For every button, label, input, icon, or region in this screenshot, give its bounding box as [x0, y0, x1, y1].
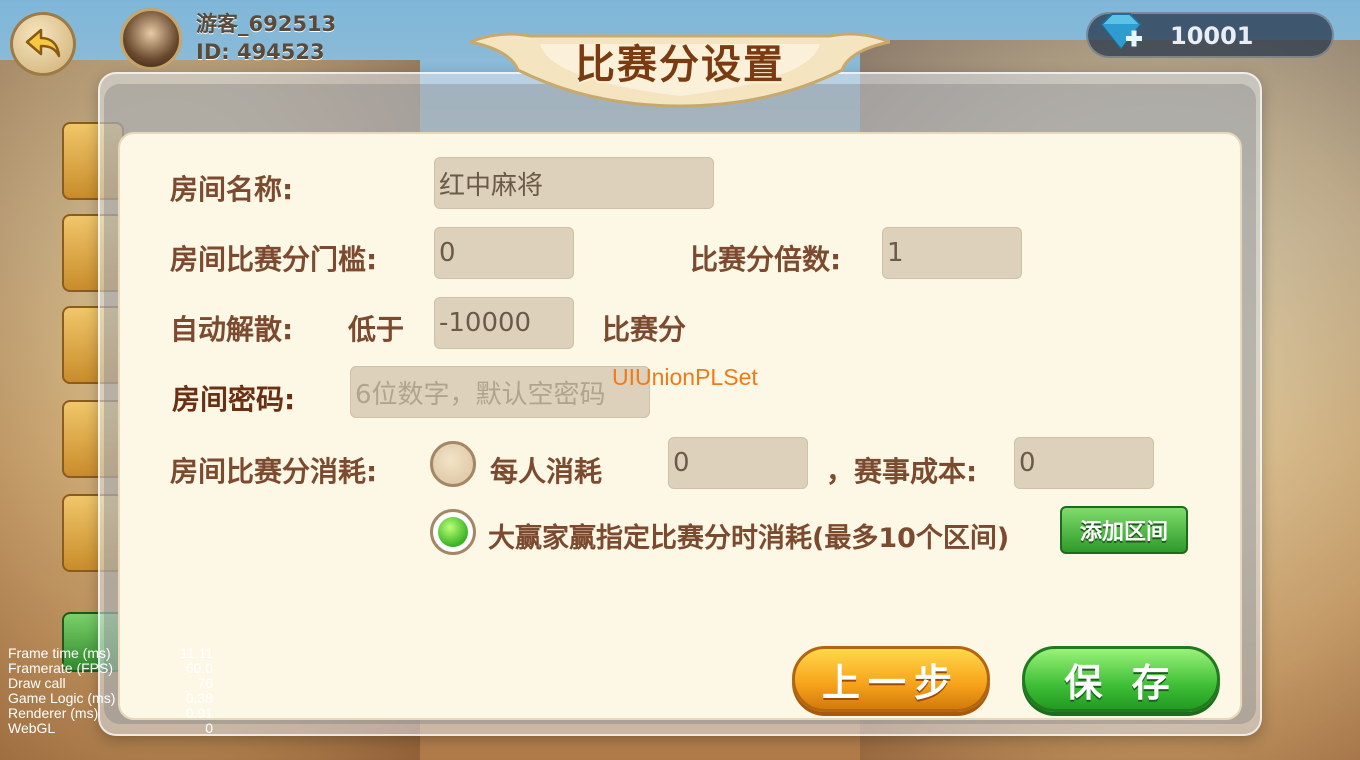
- room-name-label: 房间名称:: [170, 173, 294, 206]
- score-unit-label: 比赛分: [602, 313, 687, 346]
- below-label: 低于: [348, 313, 405, 346]
- auto-dissolve-label: 自动解散:: [170, 313, 294, 346]
- stat-row: WebGL 0: [8, 720, 213, 736]
- auto-dissolve-field[interactable]: -10000: [434, 297, 574, 349]
- radio-selected-dot: [438, 517, 468, 547]
- prev-step-button[interactable]: 上一步: [792, 646, 990, 712]
- avatar[interactable]: [120, 8, 182, 70]
- dialog-panel: [118, 132, 1242, 720]
- add-range-button[interactable]: 添加区间: [1060, 506, 1188, 554]
- stat-row: Renderer (ms) 0.91: [8, 705, 213, 721]
- per-person-field[interactable]: 0: [668, 437, 808, 489]
- debug-stats: Frame time (ms) 11.11 Framerate (FPS) 60.0…: [8, 646, 213, 736]
- multiplier-field[interactable]: 1: [882, 227, 1022, 279]
- password-label: 房间密码:: [172, 383, 296, 416]
- diamond-plus-icon[interactable]: [1096, 10, 1146, 54]
- room-name-field[interactable]: 红中麻将: [434, 157, 714, 209]
- per-person-radio[interactable]: [430, 441, 476, 487]
- stat-row: Draw call 76: [8, 675, 213, 691]
- watermark-text: UIUnionPLSet: [612, 364, 758, 390]
- password-field[interactable]: 6位数字，默认空密码: [350, 366, 650, 418]
- multiplier-label: 比赛分倍数:: [690, 243, 842, 276]
- player-nickname: 游客_692513: [196, 12, 337, 36]
- player-id: ID: 494523: [196, 40, 325, 64]
- threshold-field[interactable]: 0: [434, 227, 574, 279]
- consume-label: 房间比赛分消耗:: [170, 455, 378, 488]
- save-button[interactable]: 保 存: [1022, 646, 1220, 712]
- stat-row: Game Logic (ms) 0.38: [8, 690, 213, 706]
- per-person-label: 每人消耗: [490, 455, 603, 488]
- stat-row: Frame time (ms) 11.11: [8, 645, 213, 661]
- stat-row: Framerate (FPS) 60.0: [8, 660, 213, 676]
- back-button[interactable]: [10, 12, 76, 76]
- cost-field[interactable]: 0: [1014, 437, 1154, 489]
- winner-label: 大赢家赢指定比赛分时消耗(最多10个区间): [488, 523, 1010, 554]
- diamond-count: 10001: [1170, 22, 1254, 50]
- dialog-title: 比赛分设置: [575, 42, 785, 88]
- winner-radio[interactable]: [430, 509, 476, 555]
- back-arrow-icon: [25, 28, 61, 58]
- cost-label: ，赛事成本:: [826, 455, 978, 488]
- threshold-label: 房间比赛分门槛:: [170, 243, 378, 276]
